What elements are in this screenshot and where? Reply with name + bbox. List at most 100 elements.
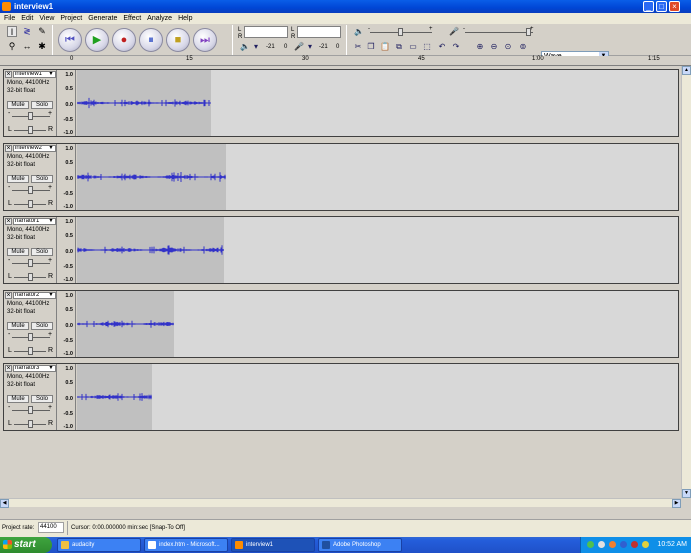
scroll-up-icon[interactable]: ▲ xyxy=(682,66,691,75)
scroll-left-icon[interactable]: ◀ xyxy=(0,499,9,508)
track-close-button[interactable]: × xyxy=(5,145,12,152)
audio-track[interactable]: × narrator1 ▼ Mono, 44100Hz 32-bit float Mute… xyxy=(3,216,679,284)
trim-icon[interactable]: ⧉ xyxy=(394,42,404,52)
vertical-scrollbar[interactable]: ▲ ▼ xyxy=(681,66,691,498)
pan-slider[interactable] xyxy=(28,347,33,355)
undo-icon[interactable]: ↶ xyxy=(437,42,447,52)
scroll-right-icon[interactable]: ▶ xyxy=(672,499,681,508)
mute-button[interactable]: Mute xyxy=(7,175,29,183)
gain-slider[interactable] xyxy=(28,112,33,120)
record-meter[interactable] xyxy=(297,26,341,38)
paste-icon[interactable]: 📋 xyxy=(380,42,390,52)
track-name-menu[interactable]: narrator1 ▼ xyxy=(13,218,56,225)
tray-app-icon[interactable] xyxy=(620,541,627,548)
playback-dropdown-icon[interactable]: ▾ xyxy=(251,42,261,52)
track-close-button[interactable]: × xyxy=(5,218,12,225)
maximize-button[interactable]: □ xyxy=(656,1,667,12)
zoom-in-icon[interactable]: ⊕ xyxy=(475,42,485,52)
tray-speaker-icon[interactable] xyxy=(598,541,605,548)
playback-meter[interactable] xyxy=(244,26,288,38)
menu-edit[interactable]: Edit xyxy=(18,13,36,24)
track-name-menu[interactable]: interview2 ▼ xyxy=(13,145,56,152)
task-audacity[interactable]: audacity xyxy=(57,538,141,552)
waveform-area[interactable] xyxy=(77,70,678,136)
solo-button[interactable]: Solo xyxy=(31,395,53,403)
track-name-menu[interactable]: narrator3 ▼ xyxy=(13,365,56,372)
play-button[interactable]: ▶ xyxy=(85,28,109,52)
gain-slider[interactable] xyxy=(28,186,33,194)
task-interview1[interactable]: interview1 xyxy=(231,538,315,552)
gain-slider[interactable] xyxy=(28,406,33,414)
sync-icon[interactable]: ⬚ xyxy=(422,42,432,52)
record-dropdown-icon[interactable]: ▾ xyxy=(305,42,315,52)
zoom-out-icon[interactable]: ⊖ xyxy=(489,42,499,52)
pan-slider[interactable] xyxy=(28,126,33,134)
tray-security-icon[interactable] xyxy=(631,541,638,548)
envelope-tool[interactable]: ≷ xyxy=(22,26,32,37)
track-control-panel[interactable]: × interview1 ▼ Mono, 44100Hz 32-bit float Mut… xyxy=(4,70,57,136)
menu-view[interactable]: View xyxy=(36,13,57,24)
audio-track[interactable]: × narrator3 ▼ Mono, 44100Hz 32-bit float Mute… xyxy=(3,363,679,431)
close-button[interactable]: × xyxy=(669,1,680,12)
zoom-tool[interactable]: ⚲ xyxy=(7,41,17,52)
tray-app-icon[interactable] xyxy=(609,541,616,548)
gain-slider[interactable] xyxy=(28,259,33,267)
title-bar[interactable]: interview1 _ □ × xyxy=(0,0,691,13)
track-control-panel[interactable]: × narrator2 ▼ Mono, 44100Hz 32-bit float Mute… xyxy=(4,291,57,357)
record-button[interactable]: ● xyxy=(112,28,136,52)
track-control-panel[interactable]: × interview2 ▼ Mono, 44100Hz 32-bit float Mut… xyxy=(4,144,57,210)
track-area[interactable]: × interview1 ▼ Mono, 44100Hz 32-bit float Mut… xyxy=(0,66,681,498)
waveform-area[interactable] xyxy=(77,291,678,357)
cut-icon[interactable]: ✂ xyxy=(353,42,363,52)
solo-button[interactable]: Solo xyxy=(31,248,53,256)
timeline-ruler[interactable]: 0 15 30 45 1:00 1:15 xyxy=(0,56,691,66)
menu-generate[interactable]: Generate xyxy=(85,13,120,24)
track-name-menu[interactable]: interview1 ▼ xyxy=(13,71,56,78)
mute-button[interactable]: Mute xyxy=(7,395,29,403)
menu-project[interactable]: Project xyxy=(57,13,85,24)
copy-icon[interactable]: ❐ xyxy=(366,42,376,52)
minimize-button[interactable]: _ xyxy=(643,1,654,12)
menu-help[interactable]: Help xyxy=(175,13,195,24)
start-button[interactable]: start xyxy=(0,537,52,553)
track-close-button[interactable]: × xyxy=(5,292,12,299)
pause-button[interactable]: ⏸ xyxy=(139,28,163,52)
solo-button[interactable]: Solo xyxy=(31,101,53,109)
tray-network-icon[interactable] xyxy=(587,541,594,548)
selection-tool[interactable]: I xyxy=(7,26,17,37)
output-volume-slider[interactable] xyxy=(398,28,403,36)
task-photoshop[interactable]: Adobe Photoshop xyxy=(318,538,402,552)
scroll-down-icon[interactable]: ▼ xyxy=(682,489,691,498)
track-close-button[interactable]: × xyxy=(5,365,12,372)
solo-button[interactable]: Solo xyxy=(31,175,53,183)
mute-button[interactable]: Mute xyxy=(7,101,29,109)
task-index-htm[interactable]: index.htm - Microsoft... xyxy=(144,538,228,552)
skip-end-button[interactable]: ⏭ xyxy=(193,28,217,52)
track-close-button[interactable]: × xyxy=(5,71,12,78)
track-control-panel[interactable]: × narrator1 ▼ Mono, 44100Hz 32-bit float Mute… xyxy=(4,217,57,283)
mute-button[interactable]: Mute xyxy=(7,248,29,256)
pan-slider[interactable] xyxy=(28,420,33,428)
waveform-area[interactable] xyxy=(77,364,678,430)
horizontal-scrollbar[interactable]: ◀ ▶ xyxy=(0,498,681,508)
waveform-area[interactable] xyxy=(77,217,678,283)
tray-app-icon[interactable] xyxy=(642,541,649,548)
stop-button[interactable]: ■ xyxy=(166,28,190,52)
pan-slider[interactable] xyxy=(28,200,33,208)
fit-selection-icon[interactable]: ⊙ xyxy=(503,42,513,52)
redo-icon[interactable]: ↷ xyxy=(451,42,461,52)
project-rate-input[interactable]: 44100 xyxy=(38,522,64,533)
audio-track[interactable]: × interview2 ▼ Mono, 44100Hz 32-bit float Mut… xyxy=(3,143,679,211)
skip-start-button[interactable]: ⏮ xyxy=(58,28,82,52)
track-control-panel[interactable]: × narrator3 ▼ Mono, 44100Hz 32-bit float Mute… xyxy=(4,364,57,430)
audio-track[interactable]: × narrator2 ▼ Mono, 44100Hz 32-bit float Mute… xyxy=(3,290,679,358)
pan-slider[interactable] xyxy=(28,273,33,281)
timeshift-tool[interactable]: ↔ xyxy=(22,41,32,52)
fit-project-icon[interactable]: ⊚ xyxy=(518,42,528,52)
track-name-menu[interactable]: narrator2 ▼ xyxy=(13,292,56,299)
waveform-area[interactable] xyxy=(77,144,678,210)
gain-slider[interactable] xyxy=(28,333,33,341)
draw-tool[interactable]: ✎ xyxy=(37,26,47,37)
menu-file[interactable]: File xyxy=(0,13,18,24)
audio-track[interactable]: × interview1 ▼ Mono, 44100Hz 32-bit float Mut… xyxy=(3,69,679,137)
